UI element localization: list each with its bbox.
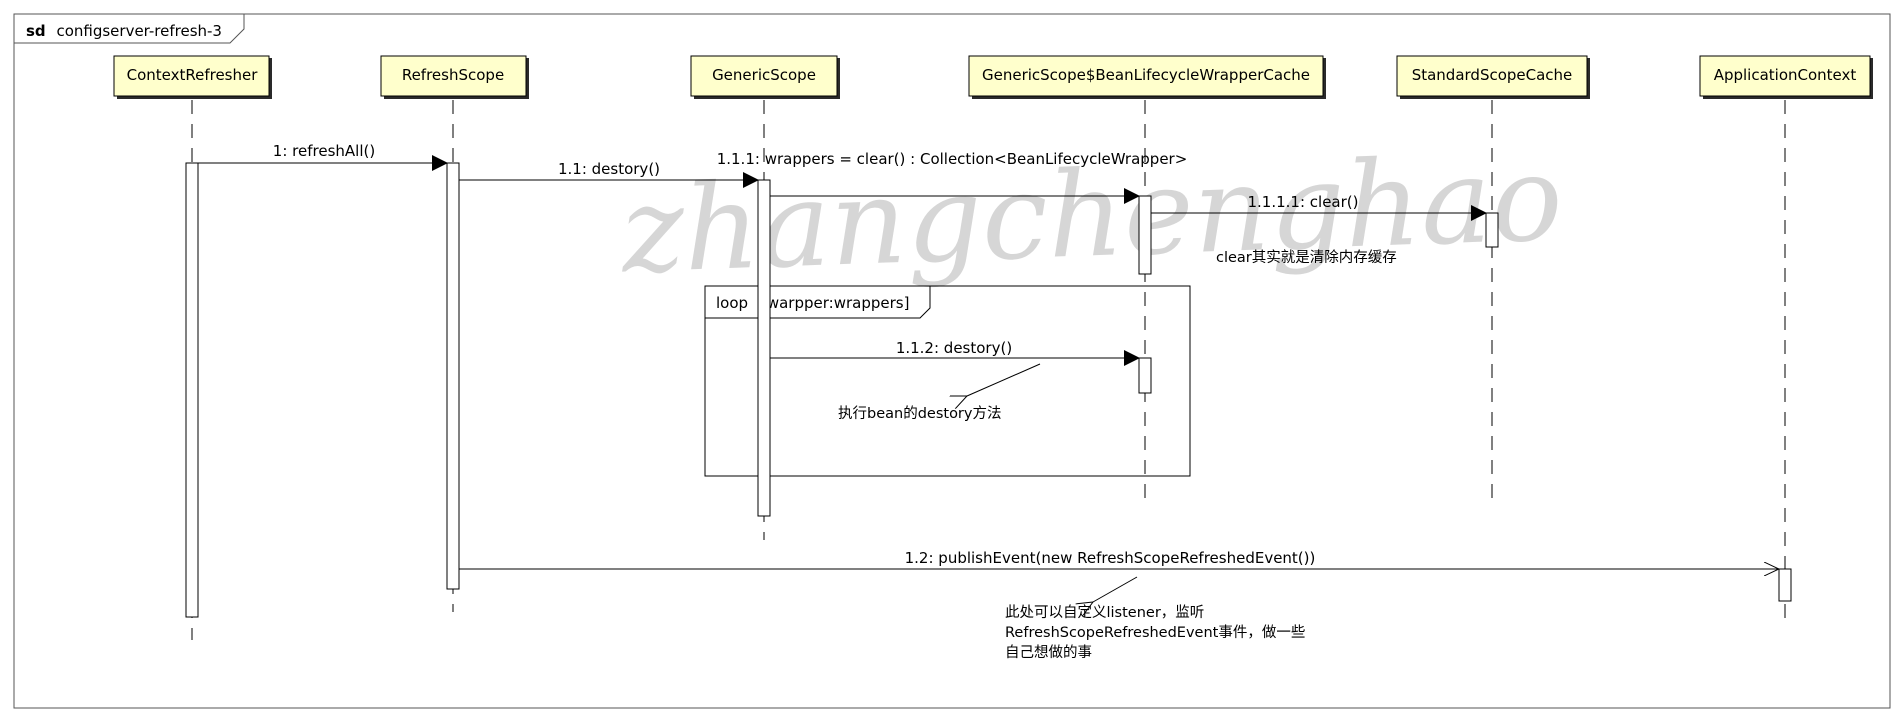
activation-standardscopecache: [1485, 212, 1499, 248]
lifeline-label: ContextRefresher: [127, 66, 259, 84]
message-1-1-2-label: 1.1.2: destory(): [896, 339, 1012, 357]
note-arrow-destory: [967, 363, 1041, 396]
lifeline-label: RefreshScope: [402, 66, 504, 84]
activation-refreshscope: [446, 162, 460, 590]
lifeline-label: ApplicationContext: [1714, 66, 1857, 84]
lifeline-refreshscope[interactable]: RefreshScope: [380, 55, 529, 99]
message-1-1-label: 1.1: destory(): [558, 160, 660, 178]
message-1-1-1-1-label: 1.1.1.1: clear(): [1247, 193, 1358, 211]
note-execute-destory: 执行bean的destory方法: [838, 405, 1001, 422]
lifeline-heads: ContextRefresher RefreshScope GenericSco…: [113, 55, 1873, 99]
message-1-2-label: 1.2: publishEvent(new RefreshScopeRefres…: [905, 549, 1316, 567]
activation-wrappercache-1: [1138, 195, 1152, 275]
message-1-label: 1: refreshAll(): [273, 142, 375, 160]
notes: clear其实就是清除内存缓存 执行bean的destory方法 此处可以自定义…: [838, 249, 1397, 661]
sequence-diagram: sd configserver-refresh-3 zhangchenghao …: [13, 13, 1891, 709]
lifeline-wrappercache[interactable]: GenericScope$BeanLifecycleWrapperCache: [968, 55, 1326, 99]
loop-operator: loop: [716, 294, 748, 312]
diagram-frame: [13, 13, 1891, 709]
lifeline-contextrefresher[interactable]: ContextRefresher: [113, 55, 272, 99]
lifeline-label: GenericScope$BeanLifecycleWrapperCache: [982, 66, 1310, 84]
activation-genericscope: [757, 179, 771, 517]
note-listener-line-2: RefreshScopeRefreshedEvent事件，做一些: [1005, 624, 1305, 641]
loop-fragment[interactable]: loop [warpper:wrappers]: [704, 285, 1191, 477]
note-listener-line-1: 此处可以自定义listener，监听: [1005, 604, 1204, 621]
lifeline-applicationcontext[interactable]: ApplicationContext: [1699, 55, 1873, 99]
message-1-1-1-label: 1.1.1: wrappers = clear() : Collection<B…: [717, 150, 1188, 168]
activation-contextrefresher: [185, 162, 199, 618]
lifeline-label: GenericScope: [712, 66, 816, 84]
activation-applicationcontext: [1778, 568, 1792, 602]
frame-name: configserver-refresh-3: [56, 22, 222, 40]
activation-wrappercache-2: [1138, 357, 1152, 394]
note-listener-line-3: 自己想做的事: [1005, 644, 1092, 661]
frame-title: sd configserver-refresh-3: [26, 22, 222, 40]
loop-guard: [warpper:wrappers]: [761, 294, 909, 312]
note-arrow-listener: [1093, 576, 1138, 602]
note-clear-cache: clear其实就是清除内存缓存: [1216, 249, 1397, 266]
lifeline-genericscope[interactable]: GenericScope: [690, 55, 840, 99]
frame-kind: sd: [26, 22, 46, 40]
lifeline-standardscopecache[interactable]: StandardScopeCache: [1396, 55, 1590, 99]
lifeline-label: StandardScopeCache: [1412, 66, 1573, 84]
